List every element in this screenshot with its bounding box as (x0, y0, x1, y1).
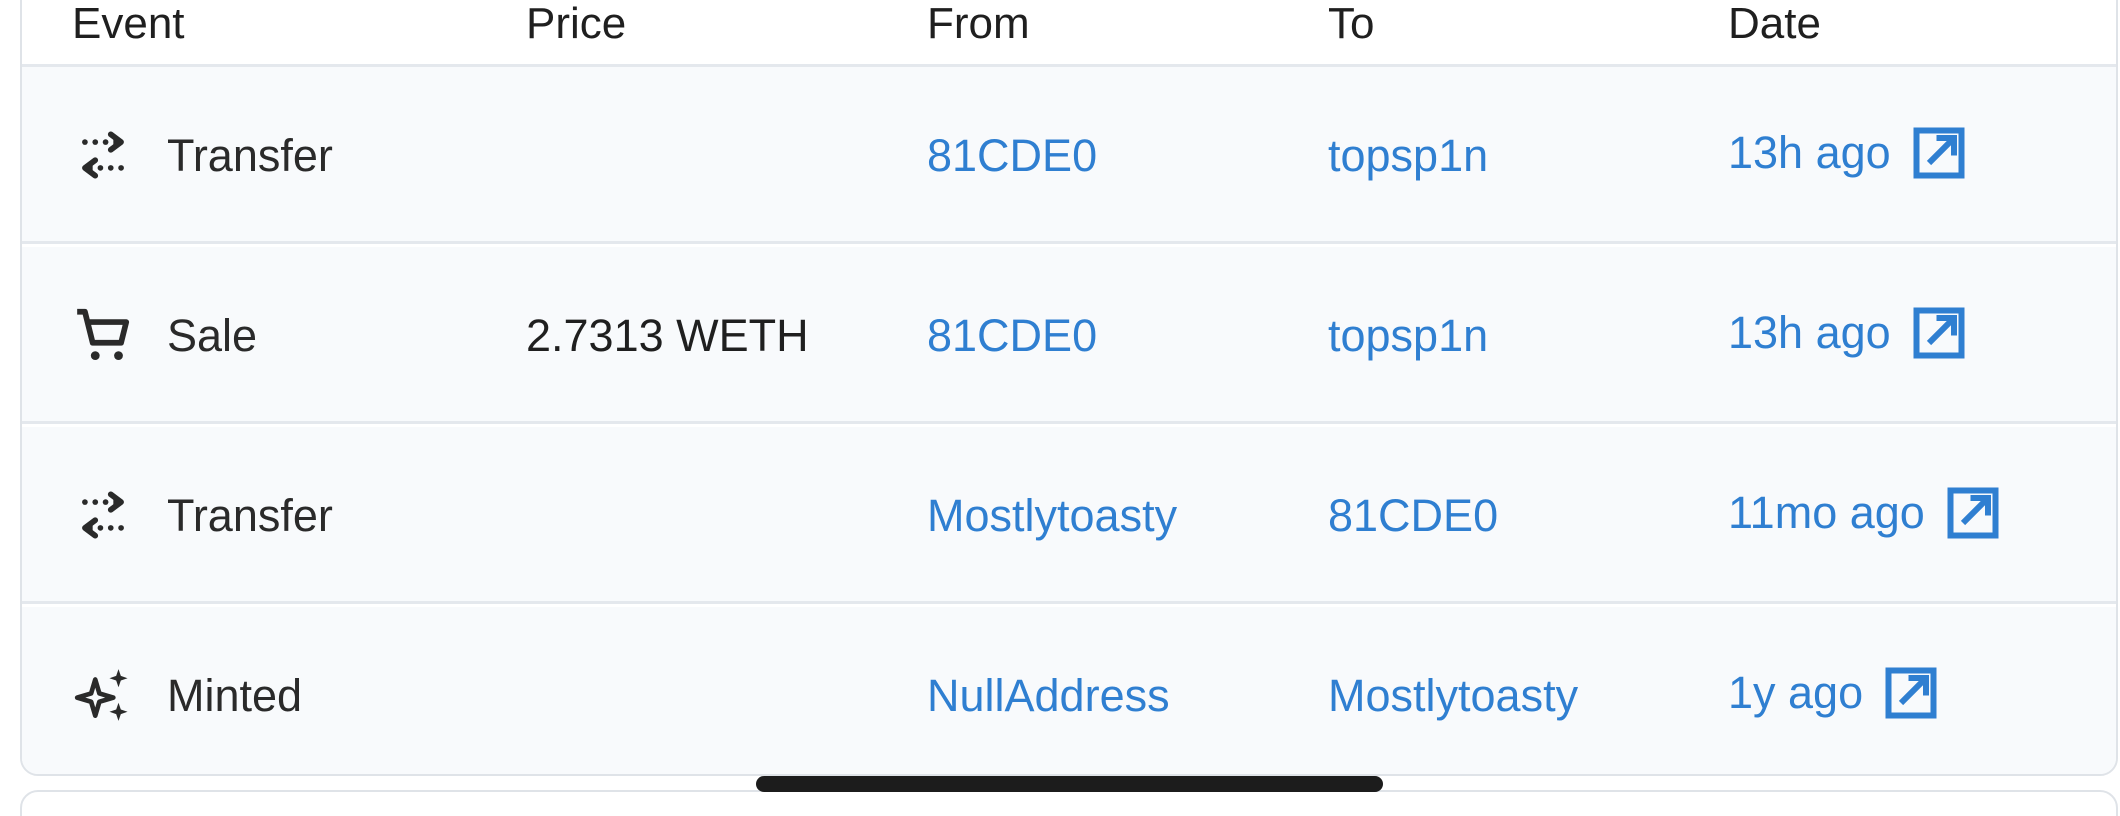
event-type: Transfer (167, 490, 333, 541)
sparkle-icon (72, 664, 134, 726)
date-link[interactable]: 13h ago (1728, 303, 1969, 363)
item-activity-card: Event Price From To Date Transfer 81CDE0 (20, 0, 2118, 776)
from-address-link[interactable]: Mostlytoasty (927, 491, 1177, 541)
from-address-link[interactable]: 81CDE0 (927, 311, 1097, 361)
screen: Event Price From To Date Transfer 81CDE0 (0, 0, 2120, 816)
to-address-link[interactable]: Mostlytoasty (1328, 671, 1578, 721)
external-link-icon[interactable] (1943, 483, 2003, 543)
date-text: 13h ago (1728, 127, 1891, 178)
header-date: Date (1728, 0, 1821, 48)
date-text: 13h ago (1728, 307, 1891, 358)
external-link-icon[interactable] (1909, 303, 1969, 363)
header-to: To (1328, 0, 1375, 48)
header-price: Price (526, 0, 627, 48)
cart-icon (72, 304, 134, 366)
price-value: 2.7313 WETH (526, 310, 809, 361)
transfer-icon (72, 484, 134, 546)
table-row: Minted NullAddress Mostlytoasty 1y ago (22, 607, 2116, 774)
date-text: 1y ago (1728, 667, 1864, 718)
next-card (20, 790, 2118, 816)
table-row: Transfer 81CDE0 topsp1n 13h ago (22, 67, 2116, 244)
external-link-icon[interactable] (1909, 123, 1969, 183)
scroll-handle[interactable] (756, 776, 1383, 792)
header-event: Event (72, 0, 185, 48)
event-type: Minted (167, 670, 303, 721)
date-link[interactable]: 13h ago (1728, 123, 1969, 183)
to-address-link[interactable]: topsp1n (1328, 311, 1488, 361)
transfer-icon (72, 124, 134, 186)
from-address-link[interactable]: 81CDE0 (927, 131, 1097, 181)
event-type: Sale (167, 310, 258, 361)
to-address-link[interactable]: topsp1n (1328, 131, 1488, 181)
table-row: Transfer Mostlytoasty 81CDE0 11mo ago (22, 427, 2116, 604)
header-from: From (927, 0, 1030, 48)
date-link[interactable]: 11mo ago (1728, 483, 2003, 543)
date-text: 11mo ago (1728, 487, 1925, 538)
from-address-link[interactable]: NullAddress (927, 671, 1170, 721)
table-header: Event Price From To Date (22, 0, 2116, 67)
table-row: Sale 2.7313 WETH 81CDE0 topsp1n 13h ago (22, 247, 2116, 424)
external-link-icon[interactable] (1881, 663, 1941, 723)
to-address-link[interactable]: 81CDE0 (1328, 491, 1498, 541)
date-link[interactable]: 1y ago (1728, 663, 1941, 723)
event-type: Transfer (167, 130, 333, 181)
